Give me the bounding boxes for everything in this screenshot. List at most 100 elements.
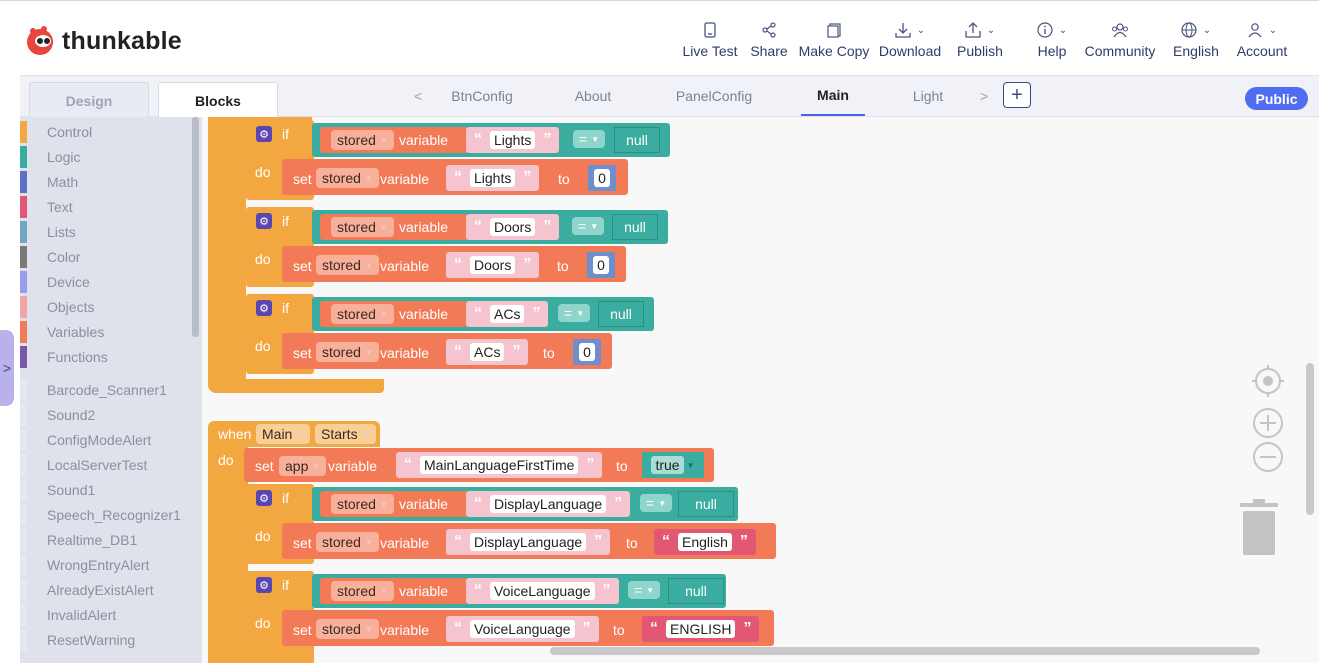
screen-tab-panelconfig[interactable]: PanelConfig <box>666 76 762 116</box>
gear-icon[interactable]: ⚙ <box>256 126 272 142</box>
event-block-body[interactable] <box>208 445 248 663</box>
publish-button[interactable]: ⌄ Publish <box>956 19 1004 63</box>
sidebar-component[interactable]: ConfigModeAlert <box>20 428 200 452</box>
blocks-workspace[interactable]: ⚙ if do stored ▼ variable “Lights” = ▼ null set sto… <box>202 117 1319 663</box>
number-field[interactable]: 0 <box>593 256 609 274</box>
screen-tab-about[interactable]: About <box>556 76 630 116</box>
sidebar-component[interactable]: LocalServerTest <box>20 453 200 477</box>
scope-dropdown[interactable]: app ▼ <box>279 456 327 476</box>
sidebar-component[interactable]: Realtime_DB1 <box>20 528 200 552</box>
text-field[interactable]: DisplayLanguage <box>470 533 587 551</box>
text-block[interactable]: “ ACs ” <box>446 339 529 365</box>
dropdown[interactable]: stored ▼ <box>316 619 379 639</box>
dropdown[interactable]: stored ▼ <box>331 217 394 237</box>
text-field[interactable]: MainLanguageFirstTime <box>420 456 579 474</box>
outer-block-bottom[interactable] <box>208 379 384 393</box>
text-field[interactable]: VoiceLanguage <box>470 620 575 638</box>
download-button[interactable]: ⌄ Download <box>879 19 941 63</box>
text-field[interactable]: Doors <box>490 218 536 236</box>
dropdown[interactable]: stored ▼ <box>316 168 379 188</box>
dropdown[interactable]: stored ▼ <box>331 304 394 324</box>
outer-block-body[interactable] <box>208 117 246 387</box>
sidebar-category[interactable]: Variables <box>20 320 200 344</box>
zoom-out-control[interactable] <box>1252 441 1284 478</box>
text-block[interactable]: “ English ” <box>654 529 756 555</box>
workspace-vertical-scrollbar[interactable] <box>1306 363 1314 515</box>
tabs-next-arrow[interactable]: > <box>980 76 988 116</box>
text-field[interactable]: DisplayLanguage <box>490 495 607 513</box>
gear-icon[interactable]: ⚙ <box>256 490 272 506</box>
text-field[interactable]: Doors <box>470 256 516 274</box>
operator-dropdown[interactable]: = ▼ <box>573 130 606 148</box>
number-block[interactable]: 0 <box>573 339 601 365</box>
account-button[interactable]: ⌄ Account <box>1236 19 1288 63</box>
screen-dropdown[interactable]: Main ▼ <box>256 424 311 444</box>
screen-tab-light[interactable]: Light <box>898 76 958 116</box>
live-test-button[interactable]: Live Test <box>683 19 738 63</box>
screen-tab-main[interactable]: Main <box>801 76 865 116</box>
community-button[interactable]: Community <box>1085 19 1155 63</box>
text-block[interactable]: “ Doors ” <box>466 214 560 240</box>
sidebar-component[interactable]: Barcode_Scanner1 <box>20 378 200 402</box>
text-field[interactable]: ACs <box>490 305 525 323</box>
sidebar-category[interactable]: Lists <box>20 220 200 244</box>
number-field[interactable]: 0 <box>594 169 610 187</box>
operator-dropdown[interactable]: = ▼ <box>558 304 591 322</box>
number-block[interactable]: 0 <box>587 252 615 278</box>
sidebar-component[interactable]: AlreadyExistAlert <box>20 578 200 602</box>
sidebar-component[interactable]: Speech_Recognizer1 <box>20 503 200 527</box>
sidebar-category[interactable]: Text <box>20 195 200 219</box>
text-block[interactable]: “ Doors ” <box>446 252 540 278</box>
null-block[interactable]: null <box>614 127 660 153</box>
sidebar-category[interactable]: Logic <box>20 145 200 169</box>
tab-design[interactable]: Design <box>29 82 149 118</box>
sidebar-expand-handle[interactable]: > <box>0 330 14 406</box>
operator-dropdown[interactable]: = ▼ <box>640 494 673 512</box>
event-dropdown[interactable]: Starts ▼ <box>315 424 376 444</box>
text-block[interactable]: “ ACs ” <box>466 301 549 327</box>
text-block[interactable]: “ DisplayLanguage ” <box>446 529 611 555</box>
thunkable-logo[interactable]: thunkable <box>24 25 182 57</box>
boolean-block[interactable]: true ▼ <box>642 452 704 478</box>
sidebar-category[interactable]: Color <box>20 245 200 269</box>
operator-dropdown[interactable]: = ▼ <box>628 581 661 599</box>
workspace-horizontal-scrollbar[interactable] <box>550 647 1260 655</box>
recenter-control[interactable] <box>1252 365 1284 402</box>
null-block[interactable]: null <box>612 214 658 240</box>
sidebar-category[interactable]: Control <box>20 120 200 144</box>
add-screen-button[interactable]: + <box>1003 82 1031 108</box>
operator-dropdown[interactable]: = ▼ <box>572 217 605 235</box>
null-block[interactable]: null <box>598 301 644 327</box>
text-field[interactable]: Lights <box>470 169 516 187</box>
text-field[interactable]: ACs <box>470 343 505 361</box>
text-block[interactable]: “ Lights ” <box>466 127 560 153</box>
dropdown[interactable]: stored ▼ <box>316 532 379 552</box>
sidebar-component[interactable]: WrongEntryAlert <box>20 553 200 577</box>
dropdown[interactable]: stored ▼ <box>316 342 379 362</box>
dropdown[interactable]: stored ▼ <box>331 494 394 514</box>
sidebar-category[interactable]: Objects <box>20 295 200 319</box>
share-button[interactable]: Share <box>750 19 788 63</box>
text-field[interactable]: VoiceLanguage <box>490 582 595 600</box>
tab-blocks[interactable]: Blocks <box>158 82 278 118</box>
sidebar-component[interactable]: Sound2 <box>20 403 200 427</box>
number-block[interactable]: 0 <box>588 165 616 191</box>
text-field[interactable]: Lights <box>490 131 536 149</box>
language-button[interactable]: ⌄ English <box>1172 19 1220 63</box>
screen-tab-btnconfig[interactable]: BtnConfig <box>442 76 522 116</box>
number-field[interactable]: 0 <box>579 343 595 361</box>
text-block[interactable]: “MainLanguageFirstTime” <box>396 452 603 478</box>
text-field[interactable]: ENGLISH <box>666 620 736 638</box>
make-copy-button[interactable]: Make Copy <box>799 19 869 63</box>
gear-icon[interactable]: ⚙ <box>256 213 272 229</box>
text-block[interactable]: “ DisplayLanguage ” <box>466 491 631 517</box>
gear-icon[interactable]: ⚙ <box>256 577 272 593</box>
text-block[interactable]: “ Lights ” <box>446 165 540 191</box>
text-field[interactable]: English <box>678 533 732 551</box>
text-block[interactable]: “ VoiceLanguage ” <box>466 578 619 604</box>
text-block[interactable]: “ ENGLISH ” <box>642 616 760 642</box>
dropdown[interactable]: stored ▼ <box>316 255 379 275</box>
sidebar-category[interactable]: Device <box>20 270 200 294</box>
dropdown[interactable]: stored ▼ <box>331 581 394 601</box>
help-button[interactable]: ⌄ Help <box>1030 19 1074 63</box>
